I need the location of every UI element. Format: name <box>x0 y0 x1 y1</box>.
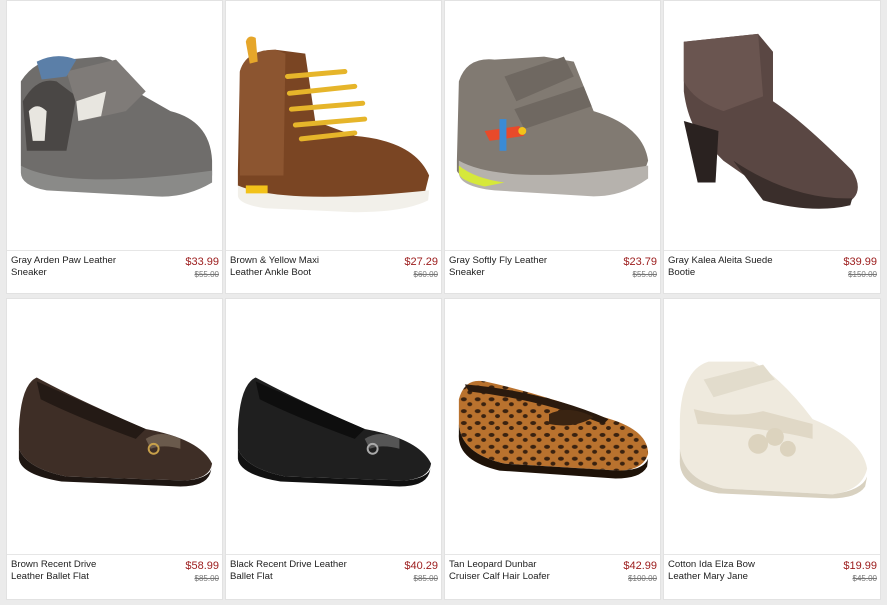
product-name[interactable]: Gray Arden Paw Leather Sneaker <box>11 255 131 279</box>
product-name[interactable]: Brown Recent Drive Leather Ballet Flat <box>11 559 131 583</box>
original-price: $60.00 <box>413 270 438 279</box>
sale-price: $19.99 <box>843 560 877 572</box>
product-card[interactable]: Brown & Yellow Maxi Leather Ankle Boot $… <box>225 0 442 294</box>
product-card[interactable]: Tan Leopard Dunbar Cruiser Calf Hair Loa… <box>444 298 661 600</box>
sneaker-image <box>456 56 649 197</box>
sale-price: $23.79 <box>623 256 657 268</box>
product-name[interactable]: Tan Leopard Dunbar Cruiser Calf Hair Loa… <box>449 559 569 583</box>
original-price: $45.00 <box>852 574 877 583</box>
bootie-image <box>683 33 858 209</box>
original-price: $55.00 <box>194 270 219 279</box>
product-card[interactable]: Gray Kalea Aleita Suede Bootie $39.99 $1… <box>663 0 881 294</box>
sale-price: $40.29 <box>404 560 438 572</box>
original-price: $150.00 <box>848 270 877 279</box>
product-info: Cotton Ida Elza Bow Leather Mary Jane $1… <box>664 554 880 599</box>
original-price: $85.00 <box>194 574 219 583</box>
loafer-image <box>458 380 649 479</box>
product-image[interactable] <box>7 299 222 557</box>
sale-price: $39.99 <box>843 256 877 268</box>
product-image[interactable] <box>226 1 441 253</box>
product-card[interactable]: Gray Arden Paw Leather Sneaker $33.99 $5… <box>6 0 223 294</box>
sale-price: $33.99 <box>185 256 219 268</box>
product-info: Black Recent Drive Leather Ballet Flat $… <box>226 554 441 599</box>
ballet-flat-image <box>18 377 213 487</box>
original-price: $100.00 <box>628 574 657 583</box>
original-price: $55.00 <box>632 270 657 279</box>
sale-price: $27.29 <box>404 256 438 268</box>
product-card[interactable]: Gray Softly Fly Leather Sneaker $23.79 $… <box>444 0 661 294</box>
sneaker-image <box>20 56 213 197</box>
boot-image <box>237 36 430 213</box>
product-image[interactable] <box>664 299 880 557</box>
product-image[interactable] <box>226 299 441 557</box>
product-name[interactable]: Cotton Ida Elza Bow Leather Mary Jane <box>668 559 788 583</box>
ballet-flat-image <box>237 377 432 487</box>
product-info: Gray Kalea Aleita Suede Bootie $39.99 $1… <box>664 250 880 293</box>
product-info: Gray Softly Fly Leather Sneaker $23.79 $… <box>445 250 660 293</box>
product-image[interactable] <box>445 299 660 557</box>
product-grid: Gray Arden Paw Leather Sneaker $33.99 $5… <box>0 0 887 605</box>
sale-price: $58.99 <box>185 560 219 572</box>
product-card[interactable]: Black Recent Drive Leather Ballet Flat $… <box>225 298 442 600</box>
original-price: $85.00 <box>413 574 438 583</box>
mary-jane-image <box>679 361 868 499</box>
product-name[interactable]: Gray Softly Fly Leather Sneaker <box>449 255 569 279</box>
product-image[interactable] <box>7 1 222 253</box>
product-name[interactable]: Brown & Yellow Maxi Leather Ankle Boot <box>230 255 350 279</box>
product-image[interactable] <box>445 1 660 253</box>
product-card[interactable]: Brown Recent Drive Leather Ballet Flat $… <box>6 298 223 600</box>
product-name[interactable]: Black Recent Drive Leather Ballet Flat <box>230 559 350 583</box>
product-info: Brown & Yellow Maxi Leather Ankle Boot $… <box>226 250 441 293</box>
sale-price: $42.99 <box>623 560 657 572</box>
product-card[interactable]: Cotton Ida Elza Bow Leather Mary Jane $1… <box>663 298 881 600</box>
product-info: Gray Arden Paw Leather Sneaker $33.99 $5… <box>7 250 222 293</box>
product-info: Tan Leopard Dunbar Cruiser Calf Hair Loa… <box>445 554 660 599</box>
product-info: Brown Recent Drive Leather Ballet Flat $… <box>7 554 222 599</box>
product-name[interactable]: Gray Kalea Aleita Suede Bootie <box>668 255 788 279</box>
product-image[interactable] <box>664 1 880 253</box>
